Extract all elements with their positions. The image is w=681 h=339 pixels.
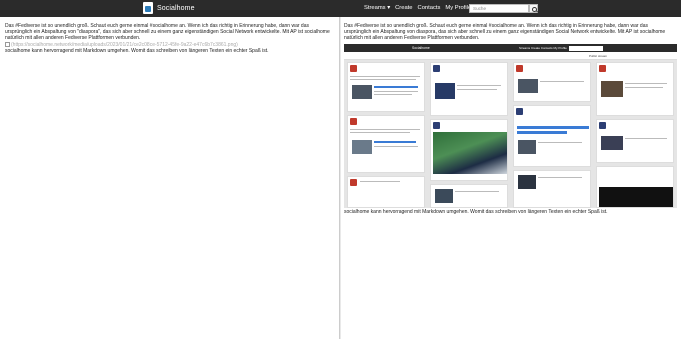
editor-pane[interactable]: Das #Fediverse ist so unendlich groß. Sc… [0, 17, 340, 339]
preview-pane: Das #Fediverse ist so unendlich groß. Sc… [341, 17, 681, 339]
screenshot-brand: Socialhome [412, 45, 430, 50]
avatar [433, 65, 440, 72]
screenshot-card [430, 184, 508, 208]
brand-label: Socialhome [157, 4, 195, 12]
screenshot-subbar: Public stream [344, 52, 677, 60]
image-markdown-link: (https://socialhome.network/media/upload… [11, 41, 238, 48]
search-input[interactable]: Suche [469, 4, 529, 13]
nav-item-create[interactable]: Create [395, 5, 412, 11]
avatar [350, 65, 357, 72]
screenshot-subbar-label: Public stream [589, 54, 608, 58]
editor-outro-text: socialhome kann hervorragend mit Markdow… [5, 47, 269, 54]
screenshot-card [596, 119, 674, 163]
editor-intro-text: Das #Fediverse ist so unendlich groß. Sc… [5, 23, 330, 42]
avatar [433, 122, 440, 129]
screenshot-card [347, 115, 425, 173]
broken-image-icon [5, 41, 10, 47]
screenshot-navbar: Socialhome Streams Create Contacts My Pr… [344, 44, 677, 52]
search-button[interactable] [529, 4, 538, 13]
screenshot-search [569, 45, 603, 51]
screenshot-card [430, 119, 508, 181]
socialhome-logo-icon [143, 2, 153, 14]
screenshot-nav: Streams Create Contacts My Profile [519, 45, 567, 50]
preview-intro-text: Das #Fediverse ist so unendlich groß. Sc… [344, 23, 666, 42]
screenshot-card [596, 62, 674, 116]
avatar [599, 122, 606, 129]
nav-item-streams[interactable]: Streams ▾ [364, 5, 390, 11]
screenshot-card [430, 62, 508, 116]
screenshot-photo [433, 132, 507, 174]
screenshot-card [513, 62, 591, 102]
screenshot-card [347, 62, 425, 112]
editor-image-link[interactable]: (https://socialhome.network/media/upload… [5, 42, 331, 48]
screenshot-card [347, 176, 425, 208]
screenshot-column-3 [513, 60, 593, 208]
screenshot-column-2 [430, 60, 510, 208]
screenshot-card [596, 166, 674, 208]
top-navbar: Socialhome Streams ▾ Create Contacts My … [0, 0, 681, 17]
screenshot-card [513, 170, 591, 208]
preview-outro-text: socialhome kann hervorragend mit Markdow… [344, 209, 608, 215]
screenshot-column-1 [347, 60, 427, 208]
avatar [350, 118, 357, 125]
socialhome-screenshot-image: Socialhome Streams Create Contacts My Pr… [344, 44, 677, 208]
brand-link[interactable]: Socialhome [143, 2, 195, 14]
screenshot-column-4 [596, 60, 676, 208]
nav-item-my-profile[interactable]: My Profile [445, 5, 471, 11]
avatar [599, 65, 606, 72]
screenshot-card [513, 105, 591, 167]
screenshot-video [599, 187, 673, 207]
avatar [350, 179, 357, 186]
nav-item-contacts[interactable]: Contacts [418, 5, 441, 11]
avatar [516, 65, 523, 72]
avatar [516, 108, 523, 115]
